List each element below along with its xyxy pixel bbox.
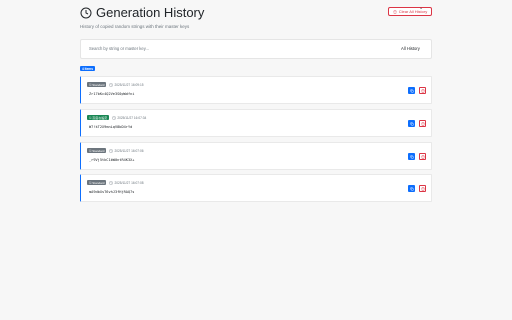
history-filter-select[interactable]: All History xyxy=(401,46,420,51)
item-string-value: mA9dbXsT6vhJ3fHjRAQ7s xyxy=(89,190,135,194)
clock-icon xyxy=(112,115,117,120)
clock-icon xyxy=(109,148,114,153)
trash-icon xyxy=(421,88,424,93)
item-timestamp: 2025/11/27 16:07:08 xyxy=(109,180,144,185)
item-count-badge: 4 Items xyxy=(80,66,95,71)
delete-button[interactable] xyxy=(419,120,426,127)
item-type-label: Standard xyxy=(92,180,105,185)
item-timestamp-text: 2025/11/27 16:07:06 xyxy=(114,148,144,153)
item-timestamp: 2025/11/27 16:09:15 xyxy=(109,82,144,87)
trash-icon xyxy=(421,121,424,126)
copy-button[interactable] xyxy=(408,185,415,192)
item-timestamp-text: 2025/11/27 16:07:34 xyxy=(117,115,147,120)
delete-button[interactable] xyxy=(419,185,426,192)
item-meta: ⚿ Standard 2025/11/27 16:07:06 xyxy=(87,148,144,153)
chevron-down-icon[interactable]: ⌄ xyxy=(419,5,423,11)
item-meta: ⚿ 高度な設定 2025/11/27 16:07:34 xyxy=(87,115,146,120)
copy-icon xyxy=(409,88,414,93)
key-icon: ⚿ xyxy=(89,115,92,120)
delete-button[interactable] xyxy=(419,87,426,94)
item-type-badge: ⚿ Standard xyxy=(87,148,107,153)
page-subtitle: History of copied random strings with th… xyxy=(80,24,190,29)
item-timestamp-text: 2025/11/27 16:09:15 xyxy=(114,82,144,87)
page-header: Generation History History of copied ran… xyxy=(80,6,432,34)
search-input[interactable]: Search by string or master key... xyxy=(89,46,149,51)
history-item: ⚿ Standard 2025/11/27 16:07:08 mA9dbXsT6… xyxy=(80,174,432,202)
key-icon: ⚿ xyxy=(89,82,92,87)
copy-icon xyxy=(409,154,414,159)
item-type-badge: ⚿ Standard xyxy=(87,180,107,185)
clock-icon xyxy=(109,82,114,87)
item-type-badge: ⚿ 高度な設定 xyxy=(87,115,110,120)
clock-icon xyxy=(109,180,114,185)
item-timestamp: 2025/11/27 16:07:34 xyxy=(112,116,146,120)
clear-all-history-button[interactable]: Clear All History xyxy=(388,7,432,16)
copy-button[interactable] xyxy=(408,153,415,160)
copy-button[interactable] xyxy=(408,87,415,94)
item-timestamp: 2025/11/27 16:07:06 xyxy=(109,148,144,153)
item-meta: ⚿ Standard 2025/11/27 16:09:15 xyxy=(87,82,144,87)
filter-card: Search by string or master key... All Hi… xyxy=(80,39,432,59)
key-icon: ⚿ xyxy=(89,148,92,153)
item-string-value: Zr17bKc4Q2Ve3S0pWdfni xyxy=(89,92,135,96)
key-icon: ⚿ xyxy=(89,180,92,185)
page-title: Generation History xyxy=(96,5,205,20)
item-string-value: W7!kT2X9mnLqV8bD4rYd xyxy=(89,125,133,129)
copy-button[interactable] xyxy=(408,120,415,127)
history-clock-icon xyxy=(80,7,92,19)
item-type-label: Standard xyxy=(92,148,105,153)
item-type-badge: ⚿ Standard xyxy=(87,82,107,87)
trash-icon xyxy=(421,154,424,159)
item-meta: ⚿ Standard 2025/11/27 16:07:08 xyxy=(87,180,144,185)
item-string-value: _r9Vj5tkC1bW0ntR4K3X+ xyxy=(89,158,135,162)
history-item: ⚿ 高度な設定 2025/11/27 16:07:34 W7!kT2X9mnLq… xyxy=(80,109,432,137)
copy-icon xyxy=(409,121,414,126)
delete-button[interactable] xyxy=(419,153,426,160)
item-type-label: 高度な設定 xyxy=(92,115,108,120)
copy-icon xyxy=(409,186,414,191)
history-item: ⚿ Standard 2025/11/27 16:09:15 Zr17bKc4Q… xyxy=(80,76,432,104)
trash-icon xyxy=(393,9,397,14)
item-timestamp-text: 2025/11/27 16:07:08 xyxy=(114,180,144,185)
history-item: ⚿ Standard 2025/11/27 16:07:06 _r9Vj5tkC… xyxy=(80,142,432,170)
item-type-label: Standard xyxy=(92,82,105,87)
trash-icon xyxy=(421,186,424,191)
